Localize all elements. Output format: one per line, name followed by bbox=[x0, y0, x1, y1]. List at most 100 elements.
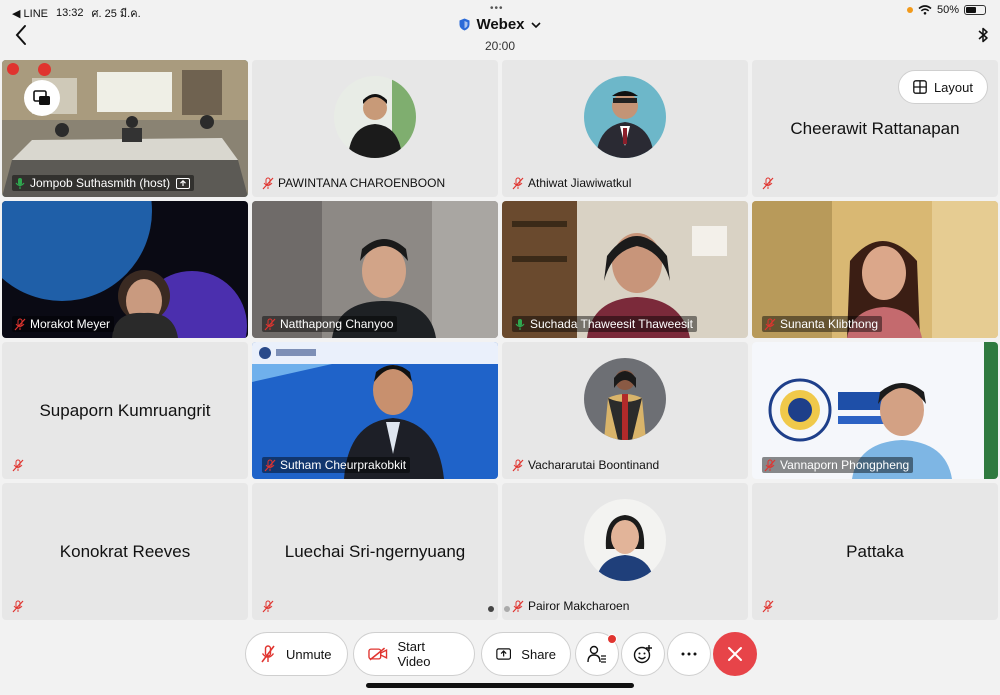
participant-name: PAWINTANA CHAROENBOON bbox=[278, 176, 446, 190]
participant-name-bar bbox=[762, 599, 778, 614]
participant-name: Natthapong Chanyoo bbox=[280, 317, 394, 331]
share-label: Share bbox=[521, 646, 556, 662]
participant-tile[interactable]: Natthapong Chanyoo bbox=[252, 201, 498, 338]
participant-name: Morakot Meyer bbox=[30, 317, 111, 331]
shield-icon bbox=[459, 18, 470, 31]
mic-icon bbox=[515, 318, 525, 330]
participant-display-name: Supaporn Kumruangrit bbox=[39, 400, 211, 420]
unmute-button[interactable]: Unmute bbox=[245, 632, 348, 676]
participant-name-bar: Suchada Thaweesit Thaweesit bbox=[512, 316, 697, 332]
participant-display-name: Konokrat Reeves bbox=[59, 541, 191, 561]
leave-meeting-button[interactable] bbox=[713, 632, 757, 676]
mic-icon bbox=[15, 177, 25, 189]
participant-name-bar: PAWINTANA CHAROENBOON bbox=[262, 175, 449, 191]
mic-muted-icon bbox=[261, 645, 275, 663]
participant-tile[interactable]: Layout Cheerawit Rattanapan bbox=[752, 60, 998, 197]
participant-display-name: Pattaka bbox=[846, 541, 904, 561]
home-indicator[interactable] bbox=[366, 683, 634, 688]
avatar bbox=[584, 358, 666, 440]
participant-grid: Jompob Suthasmith (host) PAWINTANA CHARO… bbox=[2, 60, 998, 620]
participant-name-bar: Sutham Cheurprakobkit bbox=[262, 457, 411, 473]
participant-tile[interactable]: Vannaporn Phongpheng bbox=[752, 342, 998, 479]
participant-tile[interactable]: Jompob Suthasmith (host) bbox=[2, 60, 248, 197]
participant-display-name: Cheerawit Rattanapan bbox=[790, 118, 960, 138]
layout-grid-icon bbox=[913, 80, 927, 94]
participant-display-name: Luechai Sri-ngernyuang bbox=[284, 541, 466, 561]
battery-icon bbox=[964, 5, 986, 15]
mic-muted-icon bbox=[264, 459, 276, 471]
close-icon bbox=[728, 647, 742, 661]
layout-button[interactable]: Layout bbox=[897, 70, 988, 104]
participant-name-bar: Pairor Makcharoen bbox=[512, 598, 633, 614]
unmute-label: Unmute bbox=[286, 646, 332, 662]
avatar bbox=[334, 76, 416, 158]
participant-tile[interactable]: Sutham Cheurprakobkit bbox=[252, 342, 498, 479]
participant-name-bar: Athiwat Jiawiwatkul bbox=[512, 175, 635, 191]
participant-name: Vachararutai Boontinand bbox=[528, 458, 660, 472]
video-off-icon bbox=[368, 647, 388, 661]
participant-name-bar: Sunanta Klibthong bbox=[762, 316, 883, 332]
multitasking-dots-icon[interactable]: ••• bbox=[490, 3, 504, 14]
start-video-button[interactable]: Start Video bbox=[353, 632, 475, 676]
participant-name: Vannaporn Phongpheng bbox=[780, 458, 910, 472]
page-indicator[interactable] bbox=[488, 606, 510, 612]
avatar bbox=[584, 499, 666, 581]
participant-tile[interactable]: Pairor Makcharoen bbox=[502, 483, 748, 620]
notification-badge bbox=[607, 634, 617, 644]
more-icon bbox=[681, 652, 697, 656]
meeting-header: Webex 20:00 bbox=[0, 16, 1000, 53]
participants-icon bbox=[587, 645, 606, 663]
participants-button[interactable] bbox=[575, 632, 619, 676]
participant-tile[interactable]: Sunanta Klibthong bbox=[752, 201, 998, 338]
battery-percent: 50% bbox=[936, 4, 959, 16]
participant-name-bar: Natthapong Chanyoo bbox=[262, 316, 398, 332]
participant-tile[interactable]: Luechai Sri-ngernyuang bbox=[252, 483, 498, 620]
participant-name: Jompob Suthasmith (host) bbox=[30, 176, 171, 190]
participant-tile[interactable]: Vachararutai Boontinand bbox=[502, 342, 748, 479]
share-button[interactable]: Share bbox=[481, 632, 571, 676]
participant-tile[interactable]: Morakot Meyer bbox=[2, 201, 248, 338]
meeting-controls: Unmute Start Video Share bbox=[0, 632, 1000, 676]
bluetooth-icon[interactable] bbox=[976, 26, 990, 44]
chevron-down-icon bbox=[530, 21, 541, 28]
app-title: Webex bbox=[476, 16, 525, 33]
participant-name-bar: Vannaporn Phongpheng bbox=[762, 457, 914, 473]
mic-muted-icon bbox=[262, 600, 274, 613]
participant-tile[interactable]: Suchada Thaweesit Thaweesit bbox=[502, 201, 748, 338]
sharing-icon bbox=[176, 177, 191, 189]
mic-muted-icon bbox=[512, 459, 524, 471]
mic-muted-icon bbox=[512, 177, 524, 189]
participant-name-bar bbox=[12, 458, 28, 473]
meeting-timer: 20:00 bbox=[484, 39, 516, 53]
mic-muted-icon bbox=[762, 177, 774, 190]
participant-name-bar: Morakot Meyer bbox=[12, 316, 115, 332]
wifi-icon bbox=[918, 5, 932, 15]
layout-button-label: Layout bbox=[933, 79, 973, 95]
page-dot bbox=[504, 606, 510, 612]
participant-tile[interactable]: Konokrat Reeves bbox=[2, 483, 248, 620]
mic-muted-icon bbox=[14, 318, 26, 330]
mic-muted-icon bbox=[264, 318, 276, 330]
meeting-title-dropdown[interactable]: Webex bbox=[459, 16, 541, 33]
mic-muted-icon bbox=[262, 177, 274, 189]
participant-name-bar: Jompob Suthasmith (host) bbox=[12, 175, 195, 191]
participant-tile[interactable]: Athiwat Jiawiwatkul bbox=[502, 60, 748, 197]
participant-name: Sutham Cheurprakobkit bbox=[280, 458, 407, 472]
participant-name-bar bbox=[762, 176, 778, 191]
pip-icon bbox=[33, 90, 50, 105]
participant-tile[interactable]: Pattaka bbox=[752, 483, 998, 620]
start-video-label: Start Video bbox=[397, 639, 431, 669]
reactions-icon bbox=[633, 645, 652, 664]
reactions-button[interactable] bbox=[621, 632, 665, 676]
picture-in-picture-button[interactable] bbox=[24, 80, 60, 116]
mic-muted-icon bbox=[764, 318, 776, 330]
participant-name: Pairor Makcharoen bbox=[528, 599, 630, 613]
page-dot-active bbox=[488, 606, 494, 612]
participant-name-bar bbox=[262, 599, 278, 614]
participant-tile[interactable]: Supaporn Kumruangrit bbox=[2, 342, 248, 479]
participant-name-bar bbox=[12, 599, 28, 614]
mic-muted-icon bbox=[764, 459, 776, 471]
more-options-button[interactable] bbox=[667, 632, 711, 676]
participant-tile[interactable]: PAWINTANA CHAROENBOON bbox=[252, 60, 498, 197]
mic-in-use-indicator bbox=[906, 7, 913, 13]
